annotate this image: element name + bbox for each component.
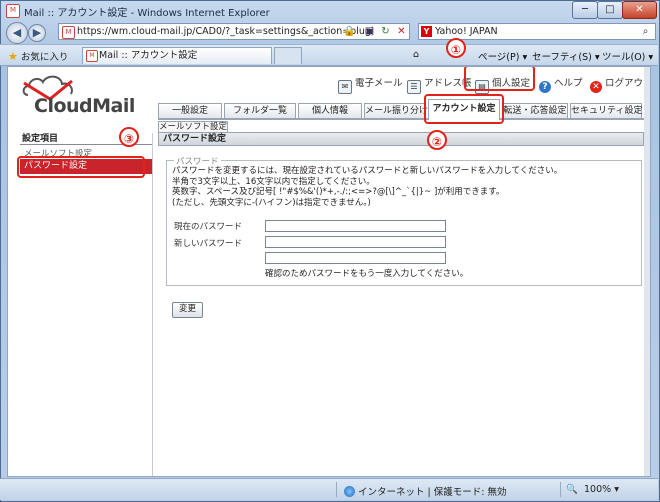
zoom-level-label: 100% <box>584 484 612 495</box>
logout-link[interactable]: ✕ ログアウト <box>590 75 650 93</box>
email-link-label: 電子メール <box>355 78 403 89</box>
status-separator <box>336 482 337 497</box>
tab-account-settings[interactable]: アカウント設定 <box>428 99 500 120</box>
email-link[interactable]: ✉ 電子メール <box>338 75 403 94</box>
mail-icon: ✉ <box>338 80 352 94</box>
tab-underline <box>158 118 644 120</box>
confirm-password-note: 確認のためパスワードをもう一度入力してください。 <box>265 269 469 279</box>
window-title: Mail :: アカウント設定 - Windows Internet Explo… <box>24 8 270 19</box>
help-link[interactable]: ? ヘルプ <box>539 75 583 93</box>
page-menu[interactable]: ページ(P) ▾ <box>478 49 527 63</box>
site-favicon-icon: M <box>62 26 75 39</box>
tab-personal-info[interactable]: 個人情報 <box>298 103 362 118</box>
new-password-label: 新しいパスワード <box>174 239 243 249</box>
browser-tab-active[interactable]: Mail :: アカウント設定 <box>82 47 272 64</box>
back-button[interactable]: ◀ <box>6 22 28 44</box>
globe-icon <box>344 486 355 497</box>
search-icon[interactable]: ⌕ <box>638 24 653 39</box>
section-title: パスワード設定 <box>158 132 644 146</box>
confirm-password-input[interactable] <box>265 252 446 264</box>
highlight-personal-settings <box>464 67 535 91</box>
star-icon: ★ <box>8 50 18 63</box>
page-favicon-icon: M <box>6 4 20 18</box>
title-bar: M Mail :: アカウント設定 - Windows Internet Exp… <box>0 0 658 20</box>
tab-favicon-icon: M <box>86 50 98 62</box>
logout-icon: ✕ <box>590 81 602 93</box>
compatibility-view-icon[interactable]: ▣ <box>362 24 377 39</box>
callout-2: ② <box>427 130 447 150</box>
tools-menu[interactable]: ツール(O) ▾ <box>602 49 653 63</box>
yahoo-icon: Y <box>421 26 432 37</box>
help-link-label: ヘルプ <box>554 78 583 89</box>
maximize-button[interactable]: □ <box>597 1 623 19</box>
tab-forward-reply[interactable]: 転送・応答設定 <box>502 103 568 118</box>
favorites-button[interactable]: ★ お気に入り <box>8 49 68 63</box>
minimize-button[interactable]: ─ <box>572 1 598 19</box>
security-zone-label: インターネット | 保護モード: 無効 <box>358 487 507 498</box>
zoom-icon[interactable]: 🔍 <box>566 484 578 495</box>
cloudmail-logo: CloudMail <box>34 95 135 117</box>
callout-3: ③ <box>119 127 139 147</box>
safety-menu[interactable]: セーフティ(S) ▾ <box>532 49 600 63</box>
navigation-bar: ◀ ▶ https://wm.cloud-mail.jp/CAD0/?_task… <box>0 20 658 44</box>
address-bar[interactable]: https://wm.cloud-mail.jp/CAD0/?_task=set… <box>58 23 410 40</box>
addressbook-link[interactable]: ☰ アドレス帳 <box>407 75 472 94</box>
lock-icon[interactable]: 🔒 <box>342 24 357 39</box>
help-icon: ? <box>539 81 551 93</box>
command-bar: ★ お気に入り Mail :: アカウント設定 M ⌂ ページ(P) ▾ セーフ… <box>0 44 658 66</box>
highlight-password-item <box>17 156 145 178</box>
callout-1: ① <box>446 38 466 58</box>
refresh-icon[interactable]: ↻ <box>378 24 393 39</box>
close-window-button[interactable]: ✕ <box>622 1 657 19</box>
home-icon[interactable]: ⌂ <box>413 49 419 60</box>
current-password-input[interactable] <box>265 220 446 232</box>
security-zone[interactable]: インターネット | 保護モード: 無効 <box>344 484 506 498</box>
addressbook-icon: ☰ <box>407 80 421 94</box>
favorites-label: お気に入り <box>20 52 69 63</box>
page-scrollbar[interactable] <box>644 67 650 476</box>
status-bar: インターネット | 保護モード: 無効 🔍 100% ▾ <box>0 478 658 500</box>
zoom-level[interactable]: 100% ▾ <box>584 484 619 495</box>
tab-general[interactable]: 一般設定 <box>158 103 222 118</box>
forward-button[interactable]: ▶ <box>28 24 46 42</box>
password-instructions: パスワードを変更するには、現在設定されているパスワードと新しいパスワードを入力し… <box>172 166 563 208</box>
sidebar-divider <box>152 133 153 476</box>
page-content: CloudMail ✉ 電子メール ☰ アドレス帳 ▤ 個人設定 ? ヘルプ ✕ ログアウ… <box>7 66 651 477</box>
status-separator-2 <box>560 482 561 497</box>
stop-icon[interactable]: ✕ <box>394 24 409 39</box>
tab-mail-filter[interactable]: メール振り分け <box>364 103 428 118</box>
current-password-label: 現在のパスワード <box>174 222 243 232</box>
tab-security[interactable]: セキュリティ設定 <box>570 103 642 118</box>
change-password-button[interactable]: 変更 <box>172 302 203 318</box>
new-tab-button[interactable] <box>274 47 302 64</box>
tab-folders[interactable]: フォルダ一覧 <box>224 103 296 118</box>
new-password-input[interactable] <box>265 236 446 248</box>
